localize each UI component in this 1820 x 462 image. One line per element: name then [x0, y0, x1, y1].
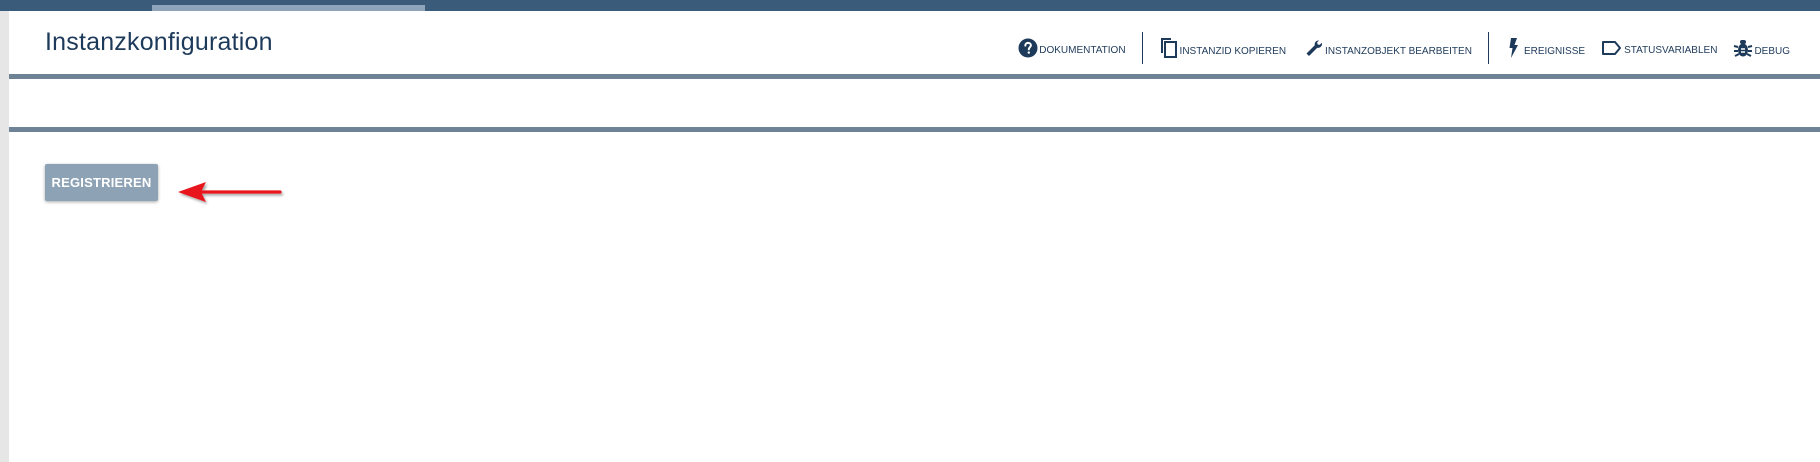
- events-label: Ereignisse: [1523, 46, 1586, 57]
- tag-icon: [1601, 38, 1623, 58]
- bug-icon: [1733, 37, 1753, 59]
- header-divider: [9, 74, 1820, 79]
- panel-header: Instanzkonfiguration Dokumentation: [9, 11, 1820, 75]
- toolbar: Dokumentation InstanzID kopieren: [1010, 28, 1798, 68]
- wrench-icon: [1302, 37, 1324, 59]
- page-title: Instanzkonfiguration: [45, 28, 273, 56]
- lightning-icon: [1505, 37, 1523, 59]
- section-divider: [9, 127, 1820, 132]
- status-variables-label: Statusvariablen: [1624, 45, 1718, 56]
- debug-label: Debug: [1754, 46, 1790, 57]
- register-button[interactable]: REGISTRIEREN: [45, 164, 158, 201]
- edit-instance-object-label: Instanzobjekt bearbeiten: [1325, 46, 1472, 57]
- top-navigation-bar: [0, 0, 1820, 11]
- red-annotation-arrow-icon: [176, 179, 286, 212]
- copy-icon: [1159, 37, 1179, 59]
- instance-config-panel: Instanzkonfiguration Dokumentation: [9, 11, 1820, 462]
- debug-button[interactable]: Debug: [1725, 37, 1798, 59]
- status-variables-button[interactable]: Statusvariablen: [1593, 38, 1725, 58]
- documentation-label: Dokumentation: [1039, 45, 1126, 56]
- left-sidebar-strip: [0, 11, 9, 462]
- copy-instance-id-label: InstanzID kopieren: [1179, 46, 1287, 57]
- copy-instance-id-button[interactable]: InstanzID kopieren: [1151, 37, 1295, 59]
- edit-instance-object-button[interactable]: Instanzobjekt bearbeiten: [1294, 37, 1480, 59]
- toolbar-divider: [1141, 32, 1143, 64]
- events-button[interactable]: Ereignisse: [1497, 37, 1593, 59]
- help-circle-icon: [1018, 38, 1038, 58]
- toolbar-divider: [1487, 32, 1489, 64]
- documentation-button[interactable]: Dokumentation: [1010, 38, 1133, 58]
